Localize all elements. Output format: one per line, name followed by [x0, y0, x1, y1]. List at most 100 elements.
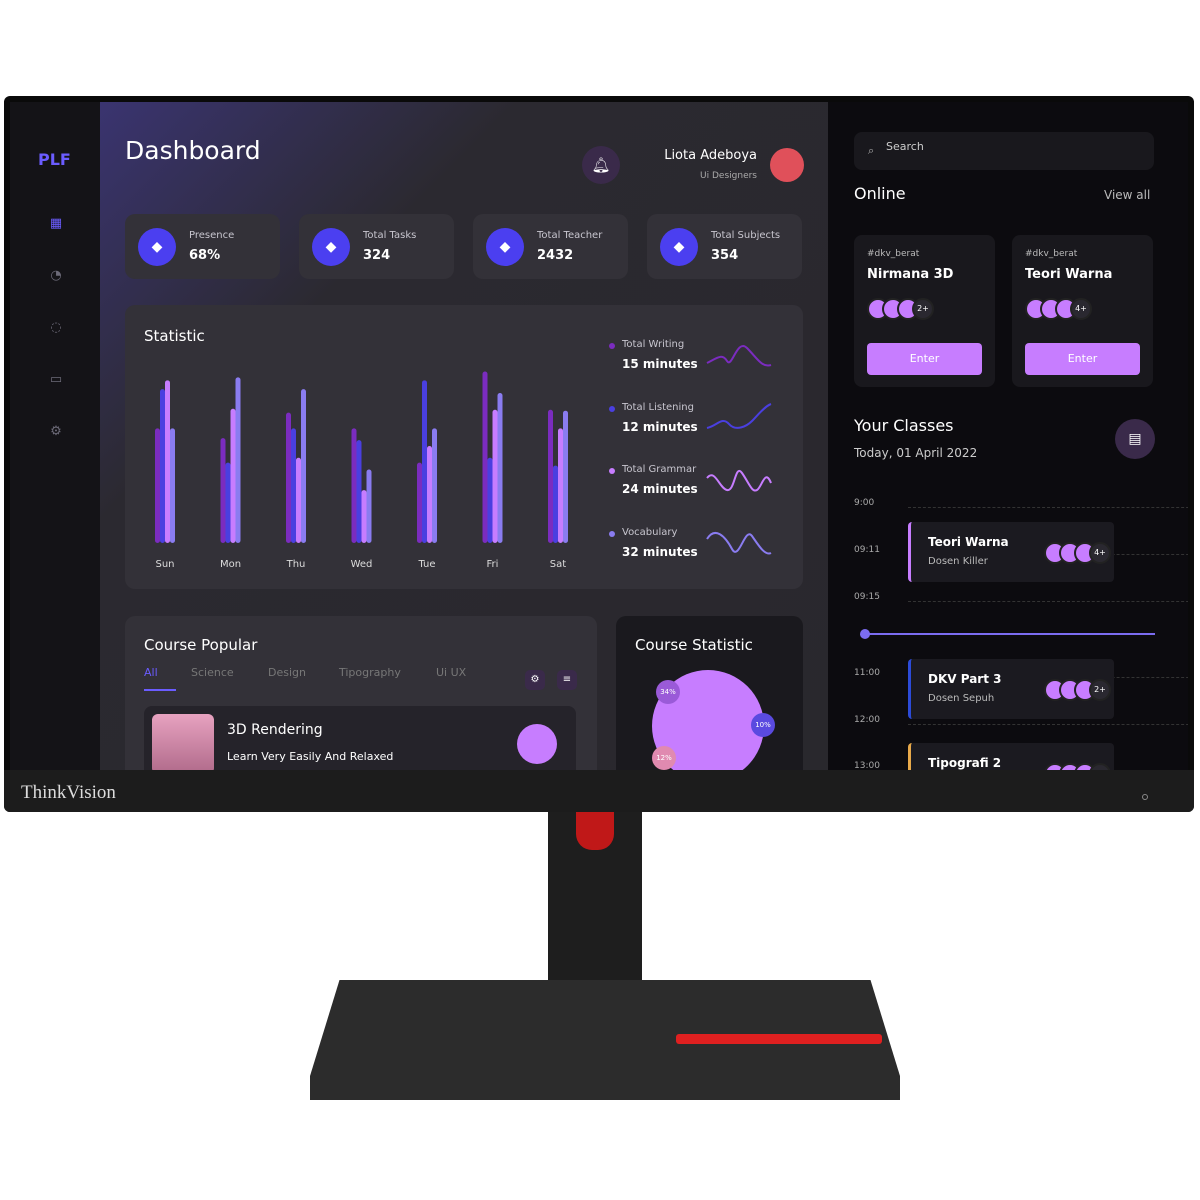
- settings-icon[interactable]: ⚙: [48, 424, 64, 440]
- class-name: DKV Part 3: [928, 672, 1002, 686]
- stat-card[interactable]: ◆ Total Tasks 324: [299, 214, 454, 279]
- bar-thu-1: [291, 428, 296, 543]
- megaphone-icon: ◆: [660, 228, 698, 266]
- course-subtitle: Learn Very Easily And Relaxed: [227, 750, 394, 763]
- legend-dot: [609, 468, 615, 474]
- active-tab-indicator: [144, 689, 176, 691]
- stat-label: Total Subjects: [711, 230, 781, 241]
- legend-value: 15 minutes: [622, 357, 698, 371]
- class-item[interactable]: Teori Warna Dosen Killer 4+: [908, 522, 1114, 582]
- pie-chart-icon[interactable]: ◔: [48, 268, 64, 284]
- stat-card[interactable]: ◆ Presence 68%: [125, 214, 280, 279]
- bar-fri-3: [497, 393, 503, 543]
- play-button[interactable]: [517, 724, 557, 764]
- participant-avatars: 2+: [1044, 679, 1111, 701]
- bar-tue-3: [432, 428, 437, 543]
- search-placeholder: Search: [886, 140, 924, 153]
- bar-tue-1: [422, 380, 427, 543]
- enter-button[interactable]: Enter: [1025, 343, 1140, 375]
- room-name: Nirmana 3D: [867, 267, 954, 282]
- bar-sat-0: [548, 409, 553, 543]
- chart-up-icon: ◆: [138, 228, 176, 266]
- stat-card[interactable]: ◆ Total Teacher 2432: [473, 214, 628, 279]
- bar-wed-0: [351, 428, 357, 543]
- course-item[interactable]: 3D Rendering Learn Very Easily And Relax…: [144, 706, 576, 770]
- bar-sun-2: [165, 380, 170, 543]
- sidebar: PLF ▦ ◔ ◌ ▭ ⚙: [10, 102, 100, 770]
- page-title: Dashboard: [125, 136, 261, 165]
- course-thumbnail: [152, 714, 214, 770]
- tab-ui-ux[interactable]: Ui UX: [436, 666, 466, 679]
- bar-thu-0: [286, 412, 291, 543]
- time-label: 13:00: [854, 761, 880, 770]
- class-item[interactable]: Tipografi 2: [908, 743, 1114, 770]
- current-time-marker: [860, 629, 870, 639]
- x-tick-label: Fri: [487, 559, 499, 570]
- document-icon: ◆: [312, 228, 350, 266]
- calendar-icon[interactable]: ▤: [1115, 419, 1155, 459]
- logo: PLF: [38, 150, 71, 169]
- time-label: 9:00: [854, 498, 875, 508]
- sparkline: [706, 469, 772, 492]
- chat-icon[interactable]: ◌: [48, 320, 64, 336]
- monitor-stand-neck: [548, 812, 642, 1008]
- enter-button[interactable]: Enter: [867, 343, 982, 375]
- tab-design[interactable]: Design: [268, 666, 306, 679]
- bar-sat-1: [553, 465, 558, 543]
- bar-mon-1: [225, 462, 231, 543]
- class-teacher: Dosen Sepuh: [928, 693, 995, 704]
- participant-avatars: 4+: [1044, 542, 1111, 564]
- main-content: Dashboard 🔔︎ Liota Adeboya Ui Designers …: [100, 102, 828, 770]
- filter-icon[interactable]: ≡: [557, 670, 577, 690]
- search-icon: ⌕: [868, 144, 875, 157]
- time-label: 09:11: [854, 545, 880, 555]
- tab-all[interactable]: All: [144, 666, 158, 679]
- x-tick-label: Tue: [417, 559, 435, 570]
- x-tick-label: Sun: [155, 559, 174, 570]
- view-all-link[interactable]: View all: [1104, 188, 1150, 202]
- bell-icon[interactable]: 🔔︎: [582, 146, 620, 184]
- class-name: Teori Warna: [928, 535, 1009, 549]
- legend-label: Total Listening: [622, 401, 694, 413]
- bar-tue-0: [417, 462, 422, 543]
- online-room-card: #dkv_berat Nirmana 3D 2+ Enter: [854, 235, 995, 387]
- sparkline: [706, 402, 772, 429]
- class-item[interactable]: DKV Part 3 Dosen Sepuh 2+: [908, 659, 1114, 719]
- bar-sun-1: [160, 389, 165, 543]
- bar-chart: Sun Mon Thu Wed Tue Fri Sat: [155, 371, 568, 570]
- tab-tipography[interactable]: Tipography: [339, 666, 401, 679]
- legend-value: 24 minutes: [622, 482, 698, 496]
- bar-fri-1: [487, 457, 493, 543]
- search-input[interactable]: ⌕ Search: [854, 132, 1154, 170]
- monitor-stand-base: [310, 980, 900, 1100]
- sparkline: [706, 531, 772, 555]
- stat-card[interactable]: ◆ Total Subjects 354: [647, 214, 802, 279]
- course-popular-title: Course Popular: [144, 636, 258, 654]
- legend-dot: [609, 343, 615, 349]
- brand-logo: ThinkVision: [21, 782, 116, 803]
- participant-avatars: [1044, 763, 1111, 770]
- screen: PLF ▦ ◔ ◌ ▭ ⚙ Dashboard 🔔︎ Liota Adeboya…: [10, 102, 1188, 770]
- course-statistic-title: Course Statistic: [635, 636, 753, 654]
- avatar[interactable]: [770, 148, 804, 182]
- pie-label: 10%: [751, 713, 775, 737]
- current-time-line: [861, 633, 1155, 635]
- x-tick-label: Sat: [550, 559, 566, 570]
- room-tag: #dkv_berat: [867, 249, 920, 259]
- settings-icon[interactable]: ⚙: [525, 670, 545, 690]
- wallet-icon[interactable]: ▭: [48, 372, 64, 388]
- online-room-card: #dkv_berat Teori Warna 4+ Enter: [1012, 235, 1153, 387]
- power-button[interactable]: [1142, 794, 1148, 800]
- tab-science[interactable]: Science: [191, 666, 234, 679]
- stat-label: Presence: [189, 230, 235, 241]
- class-name: Tipografi 2: [928, 756, 1002, 770]
- classes-date: Today, 01 April 2022: [854, 446, 978, 460]
- online-title: Online: [854, 184, 906, 203]
- bar-thu-2: [296, 457, 301, 543]
- grid-icon[interactable]: ▦: [48, 216, 64, 232]
- bar-sat-3: [563, 410, 568, 543]
- bar-sat-2: [558, 428, 563, 543]
- right-panel: ⌕ Search Online View all Your Classes To…: [828, 102, 1188, 770]
- bar-fri-2: [492, 409, 498, 543]
- bar-mon-3: [235, 377, 241, 543]
